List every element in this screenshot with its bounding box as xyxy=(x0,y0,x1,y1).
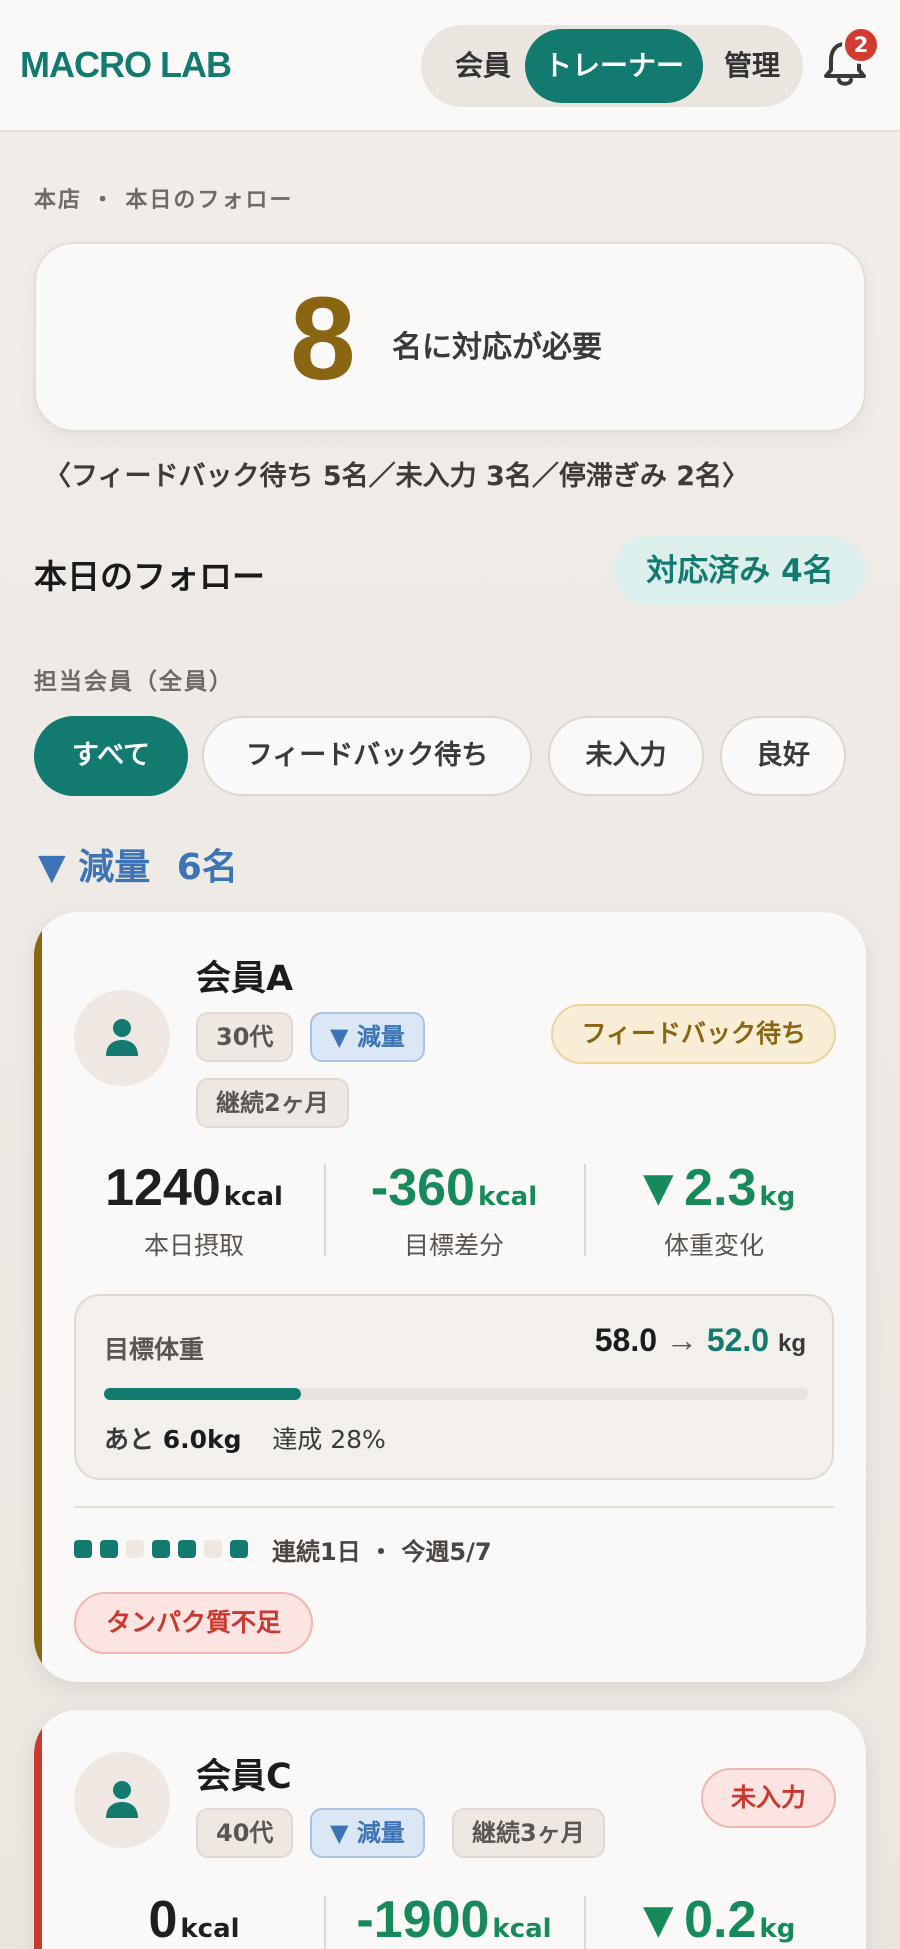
stat-intake: 0 kcal xyxy=(64,1888,324,1949)
app-header: MACRO LAB 会員 トレーナー 管理 2 xyxy=(0,0,900,132)
attention-count: 8 xyxy=(290,273,356,405)
role-admin-tab[interactable]: 管理 xyxy=(705,29,799,103)
member-card[interactable]: 会員C 40代 ▼ 減量 継続3ヶ月 未入力 0 kcal -1900 kcal ▼… xyxy=(34,1710,866,1949)
streak-day-dot xyxy=(204,1540,222,1558)
streak-day-dot xyxy=(178,1540,196,1558)
goal-tag: ▼ 減量 xyxy=(310,1808,425,1858)
tenure-tag: 継続2ヶ月 xyxy=(196,1078,349,1128)
goal-weight-from: 58.0 xyxy=(594,1322,658,1358)
stat-diff: -360 kcal 目標差分 xyxy=(324,1156,584,1262)
filter-chip-feedback[interactable]: フィードバック待ち xyxy=(202,716,532,796)
stat-diff-label: 目標差分 xyxy=(403,1231,504,1260)
arrow-right-icon: → xyxy=(665,1322,698,1358)
role-switch: 会員 トレーナー 管理 xyxy=(421,25,803,107)
role-trainer-tab[interactable]: トレーナー xyxy=(525,29,703,103)
goal-weight-values: 58.0 → 52.0 kg xyxy=(595,1322,806,1359)
done-count-badge[interactable]: 対応済み 4名 xyxy=(614,536,866,606)
tenure-tag: 継続3ヶ月 xyxy=(452,1808,605,1858)
stat-weight-value: ▼2.3 xyxy=(632,1159,757,1217)
member-card[interactable]: 会員A 30代 ▼ 減量 継続2ヶ月 フィードバック待ち 1240 kcal 本日… xyxy=(34,912,866,1682)
status-stripe xyxy=(34,912,42,1682)
card-divider xyxy=(74,1506,834,1508)
attention-summary-card: 8 名に対応が必要 xyxy=(34,242,866,432)
goal-weight-to: 52.0 xyxy=(706,1322,770,1358)
goal-weight-unit: kg xyxy=(777,1330,806,1357)
stat-diff-value: -1900 xyxy=(356,1891,490,1949)
stat-diff-unit: kcal xyxy=(492,1914,552,1944)
stat-intake-unit: kcal xyxy=(223,1182,283,1212)
stat-intake-label: 本日摂取 xyxy=(143,1231,244,1260)
group-header[interactable]: ▼ 減量 6名 xyxy=(38,838,238,890)
goal-remaining: あと 6.0kg 達成 28% xyxy=(104,1420,386,1456)
streak-day-dot xyxy=(152,1540,170,1558)
attention-count-label: 名に対応が必要 xyxy=(392,330,602,365)
stat-weight: ▼2.3 kg 体重変化 xyxy=(584,1156,844,1262)
filter-chip-good[interactable]: 良好 xyxy=(720,716,846,796)
stat-diff: -1900 kcal xyxy=(324,1888,584,1949)
avatar xyxy=(74,1752,170,1848)
streak-day-dot xyxy=(100,1540,118,1558)
stat-weight-value: ▼0.2 xyxy=(632,1891,757,1949)
filter-label: 担当会員（全員） xyxy=(34,669,234,695)
status-badge: フィードバック待ち xyxy=(551,1004,836,1064)
member-name: 会員A xyxy=(196,959,294,999)
goal-remaining-prefix: あと xyxy=(104,1425,155,1454)
stat-diff-value: -360 xyxy=(370,1159,475,1217)
notification-badge: 2 xyxy=(842,26,880,64)
goal-remaining-value: 6.0kg xyxy=(162,1425,242,1454)
section-title: 本日のフォロー xyxy=(34,557,265,596)
filter-chip-all[interactable]: すべて xyxy=(34,716,188,796)
warning-badge: タンパク質不足 xyxy=(74,1592,314,1654)
stat-weight-unit: kg xyxy=(759,1182,796,1212)
streak-day-dot xyxy=(74,1540,92,1558)
person-icon xyxy=(106,1019,138,1056)
age-tag: 40代 xyxy=(196,1808,294,1858)
status-stripe xyxy=(34,1710,42,1949)
avatar xyxy=(74,990,170,1086)
app-logo: MACRO LAB xyxy=(20,44,232,85)
stat-intake: 1240 kcal 本日摂取 xyxy=(64,1156,324,1262)
attention-breakdown: 〈フィードバック待ち 5名／未入力 3名／停滞ぎみ 2名〉 xyxy=(44,461,750,492)
streak-text: 連続1日 ・ 今週5/7 xyxy=(272,1538,492,1566)
stat-intake-unit: kcal xyxy=(180,1914,240,1944)
goal-weight-panel: 目標体重 58.0 → 52.0 kg あと 6.0kg 達成 28% xyxy=(74,1294,834,1480)
stat-diff-unit: kcal xyxy=(477,1182,538,1212)
stat-weight-label: 体重変化 xyxy=(663,1231,764,1260)
breadcrumb: 本店 ・ 本日のフォロー xyxy=(34,188,294,213)
goal-weight-label: 目標体重 xyxy=(104,1335,205,1364)
goal-achievement: 達成 28% xyxy=(272,1425,386,1454)
group-label: ▼ 減量 xyxy=(38,847,151,888)
person-icon xyxy=(106,1781,138,1818)
stat-intake-value: 1240 xyxy=(105,1159,221,1217)
member-name: 会員C xyxy=(196,1757,292,1797)
goal-progress-bar xyxy=(104,1388,808,1400)
goal-progress-fill xyxy=(104,1388,302,1400)
filter-chip-missing[interactable]: 未入力 xyxy=(548,716,704,796)
group-count: 6名 xyxy=(176,847,238,888)
age-tag: 30代 xyxy=(196,1012,294,1062)
goal-tag: ▼ 減量 xyxy=(310,1012,425,1062)
role-member-tab[interactable]: 会員 xyxy=(433,29,533,103)
streak-day-dot xyxy=(126,1540,144,1558)
stat-weight: ▼0.2 kg xyxy=(584,1888,844,1949)
status-badge: 未入力 xyxy=(700,1768,836,1828)
stat-intake-value: 0 xyxy=(148,1891,178,1949)
stat-weight-unit: kg xyxy=(759,1914,796,1944)
streak-day-dot xyxy=(230,1540,248,1558)
